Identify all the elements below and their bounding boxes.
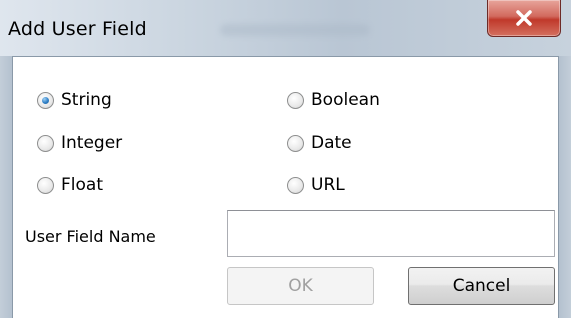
cancel-button[interactable]: Cancel <box>408 267 555 305</box>
radio-button[interactable] <box>287 91 304 109</box>
radio-button-selected[interactable] <box>37 91 54 109</box>
window-frame-left <box>0 56 12 318</box>
radio-url[interactable]: URL <box>287 175 345 195</box>
radio-button[interactable] <box>37 176 54 194</box>
radio-label-url: URL <box>311 175 345 195</box>
user-field-name-input[interactable] <box>227 210 555 257</box>
radio-label-float: Float <box>61 175 103 195</box>
radio-label-integer: Integer <box>61 133 123 153</box>
title-bar[interactable]: Add User Field <box>0 0 571 56</box>
radio-boolean[interactable]: Boolean <box>287 90 380 110</box>
radio-label-date: Date <box>311 133 352 153</box>
window-title: Add User Field <box>8 18 147 40</box>
radio-button[interactable] <box>287 134 304 152</box>
ok-button[interactable]: OK <box>227 267 374 305</box>
radio-label-boolean: Boolean <box>311 90 380 110</box>
radio-button[interactable] <box>287 176 304 194</box>
radio-date[interactable]: Date <box>287 133 352 153</box>
close-button[interactable] <box>487 0 561 37</box>
close-icon <box>516 10 532 26</box>
window-frame-right <box>559 56 571 318</box>
radio-button[interactable] <box>37 134 54 152</box>
radio-string[interactable]: String <box>37 90 112 110</box>
title-bar-blurred-text <box>220 24 370 36</box>
radio-integer[interactable]: Integer <box>37 133 122 153</box>
radio-label-string: String <box>61 90 112 110</box>
user-field-name-label: User Field Name <box>25 227 156 246</box>
radio-float[interactable]: Float <box>37 175 103 195</box>
